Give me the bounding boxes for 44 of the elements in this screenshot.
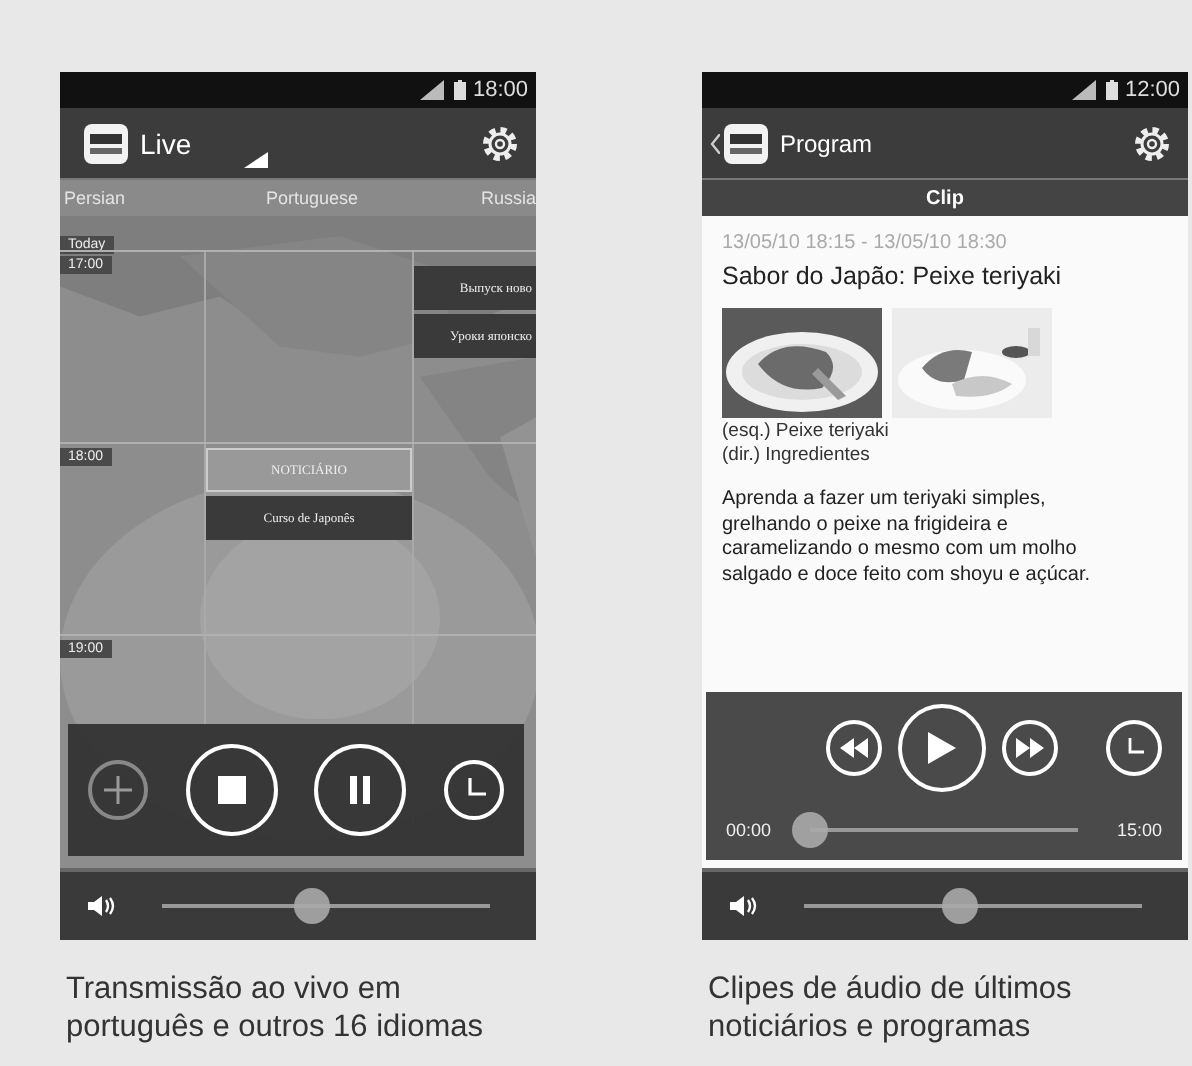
clock-icon [1124,738,1144,758]
plus-icon [104,776,132,804]
slider-thumb[interactable] [941,888,978,924]
stop-icon [217,776,246,804]
slider-thumb[interactable] [791,812,828,848]
screen-title: Live [140,127,192,159]
settings-icon[interactable] [1132,123,1172,163]
play-button[interactable] [898,704,986,792]
rewind-icon [840,738,868,758]
logo-icon[interactable] [84,123,128,163]
program-title: Sabor do Japão: Peixe teriyaki [722,262,1064,290]
back-icon[interactable] [710,133,720,153]
logo-icon[interactable] [724,123,768,163]
status-time: 12:00 [1124,78,1180,102]
date-range: 13/05/10 18:15 - 13/05/10 18:30 [722,232,1009,254]
stop-button[interactable] [185,744,278,836]
photo-caption: (esq.) Peixe teriyaki [722,420,891,444]
timer-button[interactable] [1106,720,1162,776]
signal-icon [420,80,445,100]
clip-tab[interactable]: Clip [702,180,1188,216]
add-button[interactable] [88,760,148,820]
elapsed-time: 00:00 [726,820,772,840]
forward-button[interactable] [1002,720,1058,776]
signal-icon [1072,80,1097,100]
rewind-button[interactable] [826,720,882,776]
dropdown-icon[interactable] [243,151,268,167]
duration-time: 15:00 [1116,820,1162,840]
caption: Transmissão ao vivo em português e outros 16 idiomas [66,970,486,1046]
pause-icon [348,776,373,804]
caption: Clipes de áudio de últimos noticiários e programas [708,970,1074,1046]
pause-button[interactable] [314,744,407,836]
speaker-icon [88,896,116,916]
fast-forward-icon [1016,738,1044,758]
photo-caption: (dir.) Ingredientes [722,444,872,468]
status-time: 18:00 [472,78,528,102]
battery-icon [454,80,467,100]
slider-thumb[interactable] [294,888,331,924]
speaker-icon [730,896,758,916]
battery-icon [1106,80,1119,100]
screen-title: Program [780,129,873,157]
settings-icon[interactable] [480,123,520,163]
play-icon [928,732,956,764]
timer-button[interactable] [443,760,504,820]
description: Aprenda a fazer um teriyaki simples, grelhando o peixe na frigideira e caramelizando o mesmo com um molho salgado e doce feito com shoyu e açúcar. [722,488,1093,588]
